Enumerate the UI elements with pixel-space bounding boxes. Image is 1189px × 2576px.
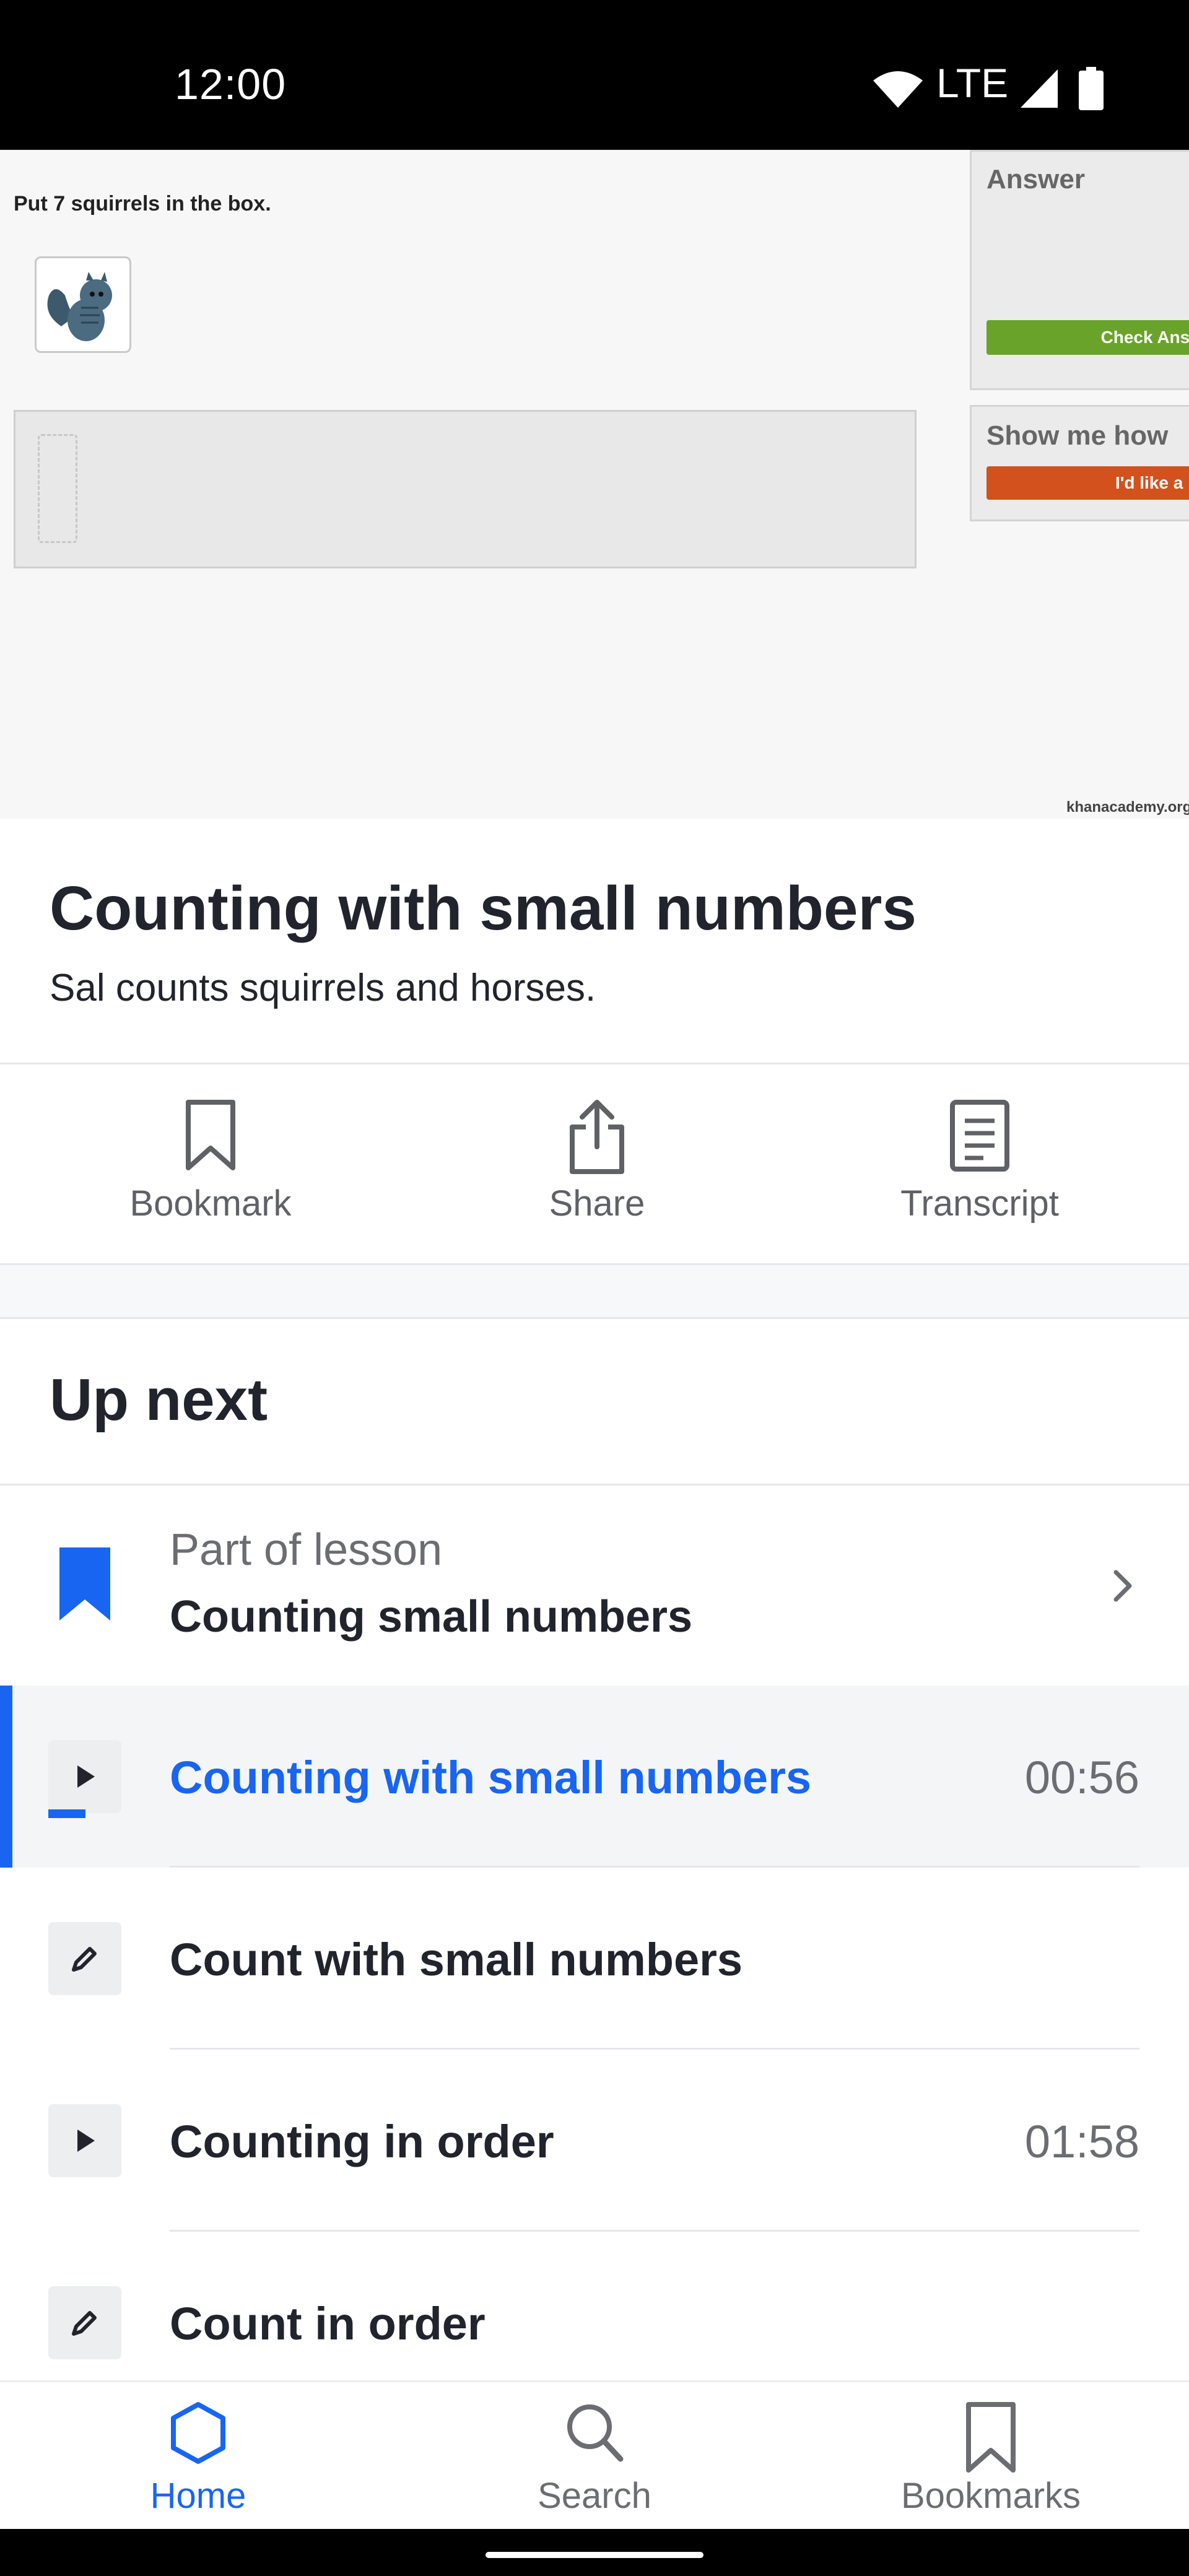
up-next-item[interactable]: Counting in order 01:58 [0,2050,1189,2232]
watch-progress-bar [48,1809,85,1818]
check-answer-button[interactable]: Check Answ [986,320,1189,355]
exercise-prompt: Put 7 squirrels in the box. [14,192,271,215]
nav-search[interactable]: Search [396,2382,793,2531]
answer-panel: Answer Check Answ [970,150,1189,390]
bookmark-filled-icon [59,1547,110,1621]
item-title: Count with small numbers [170,1934,743,1985]
hint-button[interactable]: I'd like a hi [986,466,1189,500]
item-duration: 00:56 [1024,1752,1139,1803]
nav-home[interactable]: Home [0,2382,396,2531]
play-icon [77,2130,95,2152]
item-title: Counting with small numbers [170,1752,812,1803]
squirrel-icon [47,272,112,341]
chevron-right-icon [1113,1570,1132,1602]
share-icon [570,1100,624,1174]
video-type-badge [48,1740,121,1813]
network-type: LTE [936,60,1009,106]
nav-bookmarks-label: Bookmarks [900,2476,1081,2516]
status-time: 12:00 [175,60,287,108]
pencil-icon [72,2311,97,2336]
drop-box[interactable] [14,410,917,568]
exercise-type-badge [48,1922,121,1995]
share-action[interactable]: Share [399,1065,795,1263]
video-type-badge [48,2104,121,2177]
show-me-how-panel: Show me how I'd like a hi [970,405,1189,521]
lesson-part-label: Part of lesson [170,1525,443,1575]
wifi-icon [873,71,923,108]
drop-slot[interactable] [38,434,77,543]
video-player[interactable]: Put 7 squirrels in the box. Answer Check… [0,150,1189,819]
bookmark-action[interactable]: Bookmark [12,1065,409,1263]
lesson-link[interactable] [0,1486,1189,1685]
up-next-item[interactable]: Counting with small numbers 00:56 [0,1686,1189,1868]
bookmarks-icon [966,2402,1016,2473]
play-icon [77,1765,95,1788]
nav-bookmarks[interactable]: Bookmarks [793,2382,1189,2531]
section-separator [0,1263,1189,1319]
battery-icon [1079,67,1104,110]
exercise-type-badge [48,2286,121,2359]
signal-icon [1021,69,1058,108]
search-icon [567,2404,624,2462]
nav-home-label: Home [150,2476,246,2516]
lesson-name: Counting small numbers [170,1592,693,1642]
pencil-icon [72,1947,97,1972]
home-gesture-handle[interactable] [486,2552,703,2558]
share-label: Share [549,1183,645,1224]
item-title: Count in order [170,2298,486,2349]
divider [0,1063,1189,1064]
bookmark-label: Bookmark [129,1183,292,1224]
up-next-heading: Up next [50,1367,268,1433]
bookmark-icon [186,1100,235,1170]
show-me-how-label: Show me how [986,420,1169,451]
bottom-nav: Home Search Bookmarks [0,2380,1189,2531]
active-indicator [0,1686,12,1868]
transcript-icon [950,1100,1009,1172]
nav-search-label: Search [538,2476,651,2516]
item-duration: 01:58 [1024,2116,1139,2167]
transcript-action[interactable]: Transcript [782,1065,1178,1263]
item-title: Counting in order [170,2116,554,2167]
watermark: khanacademy.org [1066,799,1189,816]
video-description: Sal counts squirrels and horses. [50,967,596,1009]
status-bar: 12:00 LTE [0,0,1189,150]
up-next-item[interactable]: Count with small numbers [0,1868,1189,2050]
video-title: Counting with small numbers [50,874,917,943]
transcript-label: Transcript [900,1183,1059,1224]
answer-label: Answer [986,164,1085,194]
home-icon [171,2402,225,2464]
squirrel-card[interactable] [35,256,131,353]
